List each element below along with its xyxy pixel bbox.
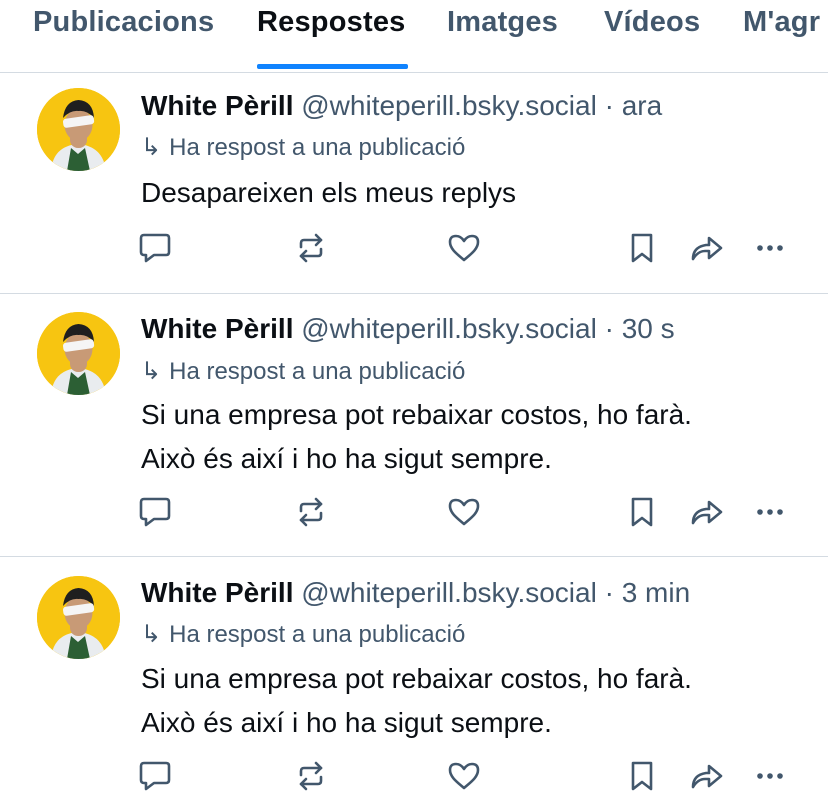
share-icon[interactable] xyxy=(687,756,727,796)
post-item[interactable]: White Pèrill @whiteperill.bsky.social · … xyxy=(0,294,828,557)
reply-indicator[interactable]: ↳ Ha respost a una publicació xyxy=(141,133,465,162)
reply-arrow-icon: ↳ xyxy=(141,358,162,385)
post-text-line: Això és així i ho ha sigut sempre. xyxy=(141,707,552,738)
author-name[interactable]: White Pèrill xyxy=(141,313,293,344)
post-time[interactable]: 30 s xyxy=(622,313,675,344)
tab-imatges[interactable]: Imatges xyxy=(447,6,558,39)
post-text: Si una empresa pot rebaixar costos, ho f… xyxy=(141,393,692,481)
author-handle[interactable]: @whiteperill.bsky.social xyxy=(301,313,597,344)
post-text-line: Si una empresa pot rebaixar costos, ho f… xyxy=(141,663,692,694)
author-handle[interactable]: @whiteperill.bsky.social xyxy=(301,577,597,608)
meta-separator: · xyxy=(604,90,614,121)
reply-arrow-icon: ↳ xyxy=(141,621,162,648)
reply-icon[interactable] xyxy=(135,492,175,532)
share-icon[interactable] xyxy=(687,228,727,268)
bookmark-icon[interactable] xyxy=(622,492,662,532)
post-meta: White Pèrill @whiteperill.bsky.social · … xyxy=(141,577,690,609)
tab-magrada[interactable]: M'agr xyxy=(743,6,820,39)
author-name[interactable]: White Pèrill xyxy=(141,90,293,121)
post-text-line: Si una empresa pot rebaixar costos, ho f… xyxy=(141,399,692,430)
avatar[interactable] xyxy=(37,576,120,659)
post-text-line: Això és així i ho ha sigut sempre. xyxy=(141,443,552,474)
bookmark-icon[interactable] xyxy=(622,756,662,796)
reply-indicator[interactable]: ↳ Ha respost a una publicació xyxy=(141,620,465,649)
reply-indicator[interactable]: ↳ Ha respost a una publicació xyxy=(141,357,465,386)
post-item[interactable]: White Pèrill @whiteperill.bsky.social · … xyxy=(0,73,828,294)
reply-icon[interactable] xyxy=(135,228,175,268)
post-text-line: Desapareixen els meus replys xyxy=(141,177,517,208)
reply-note-label: Ha respost a una publicació xyxy=(169,134,466,161)
tab-publicacions[interactable]: Publicacions xyxy=(33,6,214,39)
author-handle[interactable]: @whiteperill.bsky.social xyxy=(301,90,597,121)
active-tab-indicator xyxy=(257,64,408,69)
reply-note-label: Ha respost a una publicació xyxy=(169,621,466,648)
more-icon[interactable] xyxy=(750,492,790,532)
share-icon[interactable] xyxy=(687,492,727,532)
bookmark-icon[interactable] xyxy=(622,228,662,268)
tab-respostes[interactable]: Respostes xyxy=(257,6,405,39)
reply-arrow-icon: ↳ xyxy=(141,134,162,161)
repost-icon[interactable] xyxy=(291,228,331,268)
profile-tabs: Publicacions Respostes Imatges Vídeos M'… xyxy=(0,0,828,73)
more-icon[interactable] xyxy=(750,756,790,796)
like-icon[interactable] xyxy=(444,492,484,532)
repost-icon[interactable] xyxy=(291,756,331,796)
meta-separator: · xyxy=(604,577,614,608)
tab-videos[interactable]: Vídeos xyxy=(604,6,700,39)
repost-icon[interactable] xyxy=(291,492,331,532)
avatar[interactable] xyxy=(37,312,120,395)
author-name[interactable]: White Pèrill xyxy=(141,577,293,608)
like-icon[interactable] xyxy=(444,756,484,796)
post-time[interactable]: ara xyxy=(622,90,662,121)
like-icon[interactable] xyxy=(444,228,484,268)
reply-note-label: Ha respost a una publicació xyxy=(169,358,466,385)
reply-icon[interactable] xyxy=(135,756,175,796)
post-text: Desapareixen els meus replys xyxy=(141,171,516,215)
avatar[interactable] xyxy=(37,88,120,171)
post-text: Si una empresa pot rebaixar costos, ho f… xyxy=(141,657,692,745)
post-meta: White Pèrill @whiteperill.bsky.social · … xyxy=(141,313,675,345)
meta-separator: · xyxy=(604,313,614,344)
more-icon[interactable] xyxy=(750,228,790,268)
post-time[interactable]: 3 min xyxy=(622,577,690,608)
post-item[interactable]: White Pèrill @whiteperill.bsky.social · … xyxy=(0,557,828,791)
post-meta: White Pèrill @whiteperill.bsky.social · … xyxy=(141,90,662,122)
